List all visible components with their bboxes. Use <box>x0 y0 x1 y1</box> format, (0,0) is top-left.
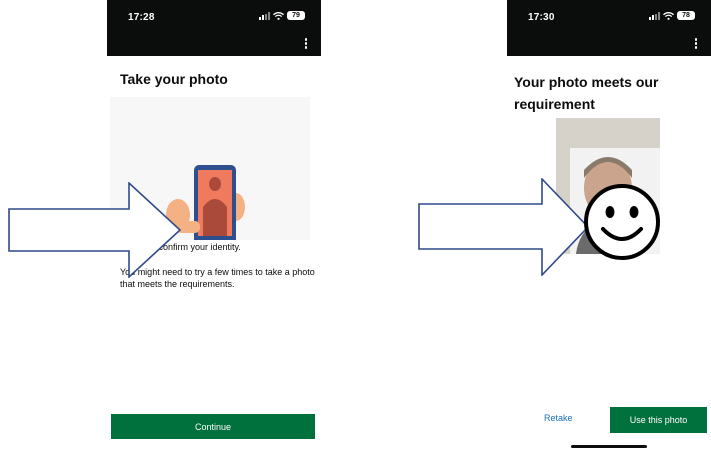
status-icons: 78 <box>649 11 695 20</box>
battery-icon: 79 <box>287 11 305 20</box>
use-this-photo-button[interactable]: Use this photo <box>610 407 707 433</box>
page-title: Your photo meets our requirement <box>514 74 659 112</box>
continue-button[interactable]: Continue <box>111 414 315 439</box>
status-time: 17:30 <box>528 12 555 23</box>
retake-link[interactable]: Retake <box>544 413 573 423</box>
status-bar: 17:28 79 <box>107 0 321 56</box>
status-icons: 79 <box>259 11 305 20</box>
home-indicator[interactable] <box>571 445 647 448</box>
status-bar: 17:30 78 <box>507 0 711 56</box>
more-options-icon[interactable] <box>304 38 307 49</box>
wifi-icon <box>273 11 284 20</box>
more-options-icon[interactable] <box>694 38 697 49</box>
arrow-annotation-icon <box>418 178 590 276</box>
signal-icon <box>649 11 660 20</box>
wifi-icon <box>663 11 674 20</box>
status-time: 17:28 <box>128 12 155 23</box>
smiley-face-icon <box>584 184 660 260</box>
battery-icon: 78 <box>677 11 695 20</box>
signal-icon <box>259 11 270 20</box>
arrow-annotation-icon <box>8 182 182 278</box>
page-title: Take your photo <box>120 71 228 87</box>
